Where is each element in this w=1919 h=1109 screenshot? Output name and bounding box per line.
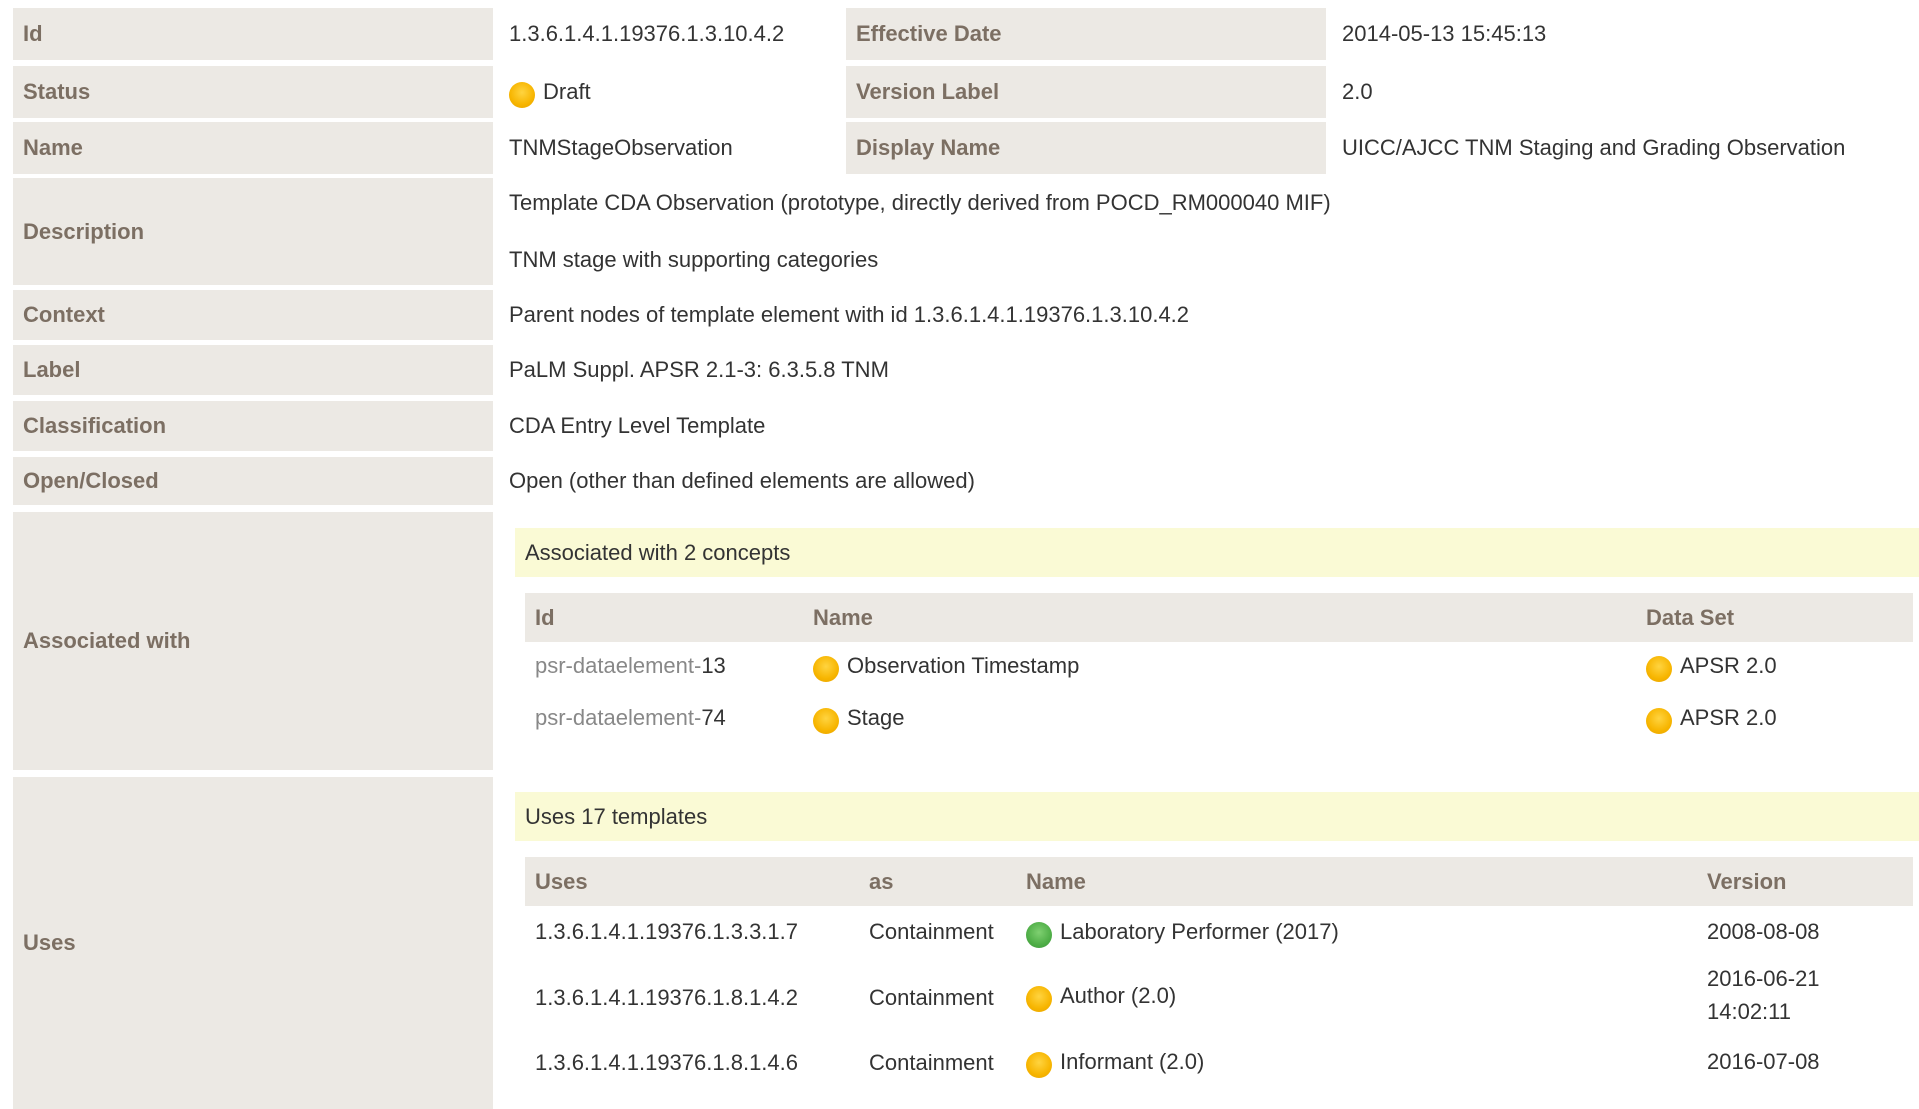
status-active-icon <box>1026 922 1052 948</box>
status-draft-icon <box>1026 1052 1052 1078</box>
concept-dataset: APSR 2.0 <box>1646 698 1777 738</box>
name-label: Name <box>13 122 493 174</box>
template-as: Containment <box>869 919 994 944</box>
concept-id-number: 13 <box>701 653 726 678</box>
col-uses: Uses <box>535 868 588 894</box>
template-name-text: Informant (2.0) <box>1060 1049 1205 1074</box>
col-name: Name <box>813 604 873 630</box>
label-label: Label <box>13 345 493 395</box>
template-version: 2016-07-08 <box>1707 1049 1820 1074</box>
effective-date-value: 2014-05-13 15:45:13 <box>1342 21 1547 46</box>
col-name: Name <box>1026 868 1086 894</box>
description-label: Description <box>13 178 493 285</box>
col-as: as <box>869 868 894 894</box>
concept-name: Observation Timestamp <box>813 646 1079 686</box>
context-label: Context <box>13 290 493 340</box>
concept-id-prefix: psr-dataelement- <box>535 705 702 730</box>
template-name-text: Author (2.0) <box>1060 983 1177 1008</box>
uses-banner: Uses 17 templates <box>515 792 1919 841</box>
concept-id-number: 74 <box>701 705 726 730</box>
associated-with-label: Associated with <box>13 512 493 770</box>
template-id-link[interactable]: 1.3.6.1.4.1.19376.1.8.1.4.2 <box>535 978 798 1018</box>
description-line-2: TNM stage with supporting categories <box>509 247 879 272</box>
col-dataset: Data Set <box>1646 604 1735 630</box>
effective-date-label: Effective Date <box>846 8 1326 60</box>
template-as: Containment <box>869 1050 994 1075</box>
dataset-draft-icon <box>1646 656 1672 682</box>
concept-name-text: Observation Timestamp <box>847 653 1080 678</box>
dataset-text: APSR 2.0 <box>1680 653 1777 678</box>
col-version: Version <box>1707 868 1787 894</box>
concept-dataset: APSR 2.0 <box>1646 646 1777 686</box>
uses-label: Uses <box>13 777 493 1109</box>
display-name-label: Display Name <box>846 122 1326 174</box>
status-value: Draft <box>509 66 591 118</box>
template-id-link[interactable]: 1.3.6.1.4.1.19376.1.8.1.4.6 <box>535 1043 798 1083</box>
concept-id-link[interactable]: psr-dataelement- 13 <box>535 646 726 686</box>
version-label-value: 2.0 <box>1342 79 1373 104</box>
classification-label: Classification <box>13 401 493 451</box>
template-id-link[interactable]: 1.3.6.1.4.1.19376.1.3.3.1.7 <box>535 912 798 952</box>
status-label: Status <box>13 66 493 118</box>
open-closed-value: Open (other than defined elements are al… <box>509 468 975 493</box>
dataset-draft-icon <box>1646 708 1672 734</box>
col-id: Id <box>535 604 555 630</box>
concept-draft-icon <box>813 708 839 734</box>
status-draft-icon <box>1026 986 1052 1012</box>
concept-draft-icon <box>813 656 839 682</box>
associated-table-header: Id Name Data Set <box>525 593 1913 642</box>
classification-value: CDA Entry Level Template <box>509 413 766 438</box>
label-value: PaLM Suppl. APSR 2.1-3: 6.3.5.8 TNM <box>509 357 889 382</box>
status-text: Draft <box>543 79 591 104</box>
template-name[interactable]: Laboratory Performer (2017) <box>1026 912 1339 952</box>
name-value: TNMStageObservation <box>509 135 733 160</box>
status-draft-icon <box>509 82 535 108</box>
version-label-label: Version Label <box>846 66 1326 118</box>
concept-id-link[interactable]: psr-dataelement- 74 <box>535 698 726 738</box>
template-name-text: Laboratory Performer (2017) <box>1060 919 1339 944</box>
template-as: Containment <box>869 985 994 1010</box>
open-closed-label: Open/Closed <box>13 457 493 505</box>
dataset-text: APSR 2.0 <box>1680 705 1777 730</box>
template-name[interactable]: Informant (2.0) <box>1026 1042 1204 1082</box>
id-label: Id <box>13 8 493 60</box>
template-version: 2016-06-21 <box>1707 966 1820 991</box>
concept-name: Stage <box>813 698 905 738</box>
concept-id-prefix: psr-dataelement- <box>535 653 702 678</box>
associated-banner: Associated with 2 concepts <box>515 528 1919 577</box>
concept-name-text: Stage <box>847 705 905 730</box>
template-name[interactable]: Author (2.0) <box>1026 976 1176 1016</box>
display-name-value: UICC/AJCC TNM Staging and Grading Observ… <box>1342 135 1846 160</box>
id-value: 1.3.6.1.4.1.19376.1.3.10.4.2 <box>509 21 785 46</box>
template-version-time: 14:02:11 <box>1707 999 1792 1024</box>
description-line-1: Template CDA Observation (prototype, dir… <box>509 190 1331 215</box>
uses-table-header: Uses as Name Version <box>525 857 1913 906</box>
template-version: 2008-08-08 <box>1707 919 1820 944</box>
context-value: Parent nodes of template element with id… <box>509 302 1190 327</box>
